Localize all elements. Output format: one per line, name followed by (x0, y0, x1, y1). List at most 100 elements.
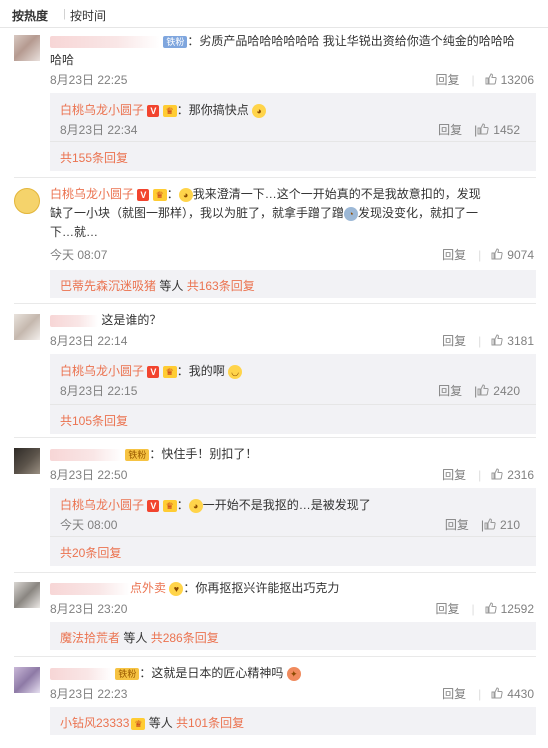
thumbs-up-icon (491, 687, 503, 699)
comment-time: 今天 08:07 (50, 248, 108, 262)
comment-text: ：这就是日本的匠心精神吗 (139, 666, 284, 680)
like-button[interactable]: 1452 (477, 123, 520, 137)
face-emoji-icon: ✦ (286, 666, 301, 681)
sort-by-hot-tab[interactable]: 按热度 (12, 7, 48, 24)
comment-item: 铁粉 ：这就是日本的匠心精神吗 ✦ 8月23日 22:23 回复 | 4430 小钻风… (0, 660, 548, 748)
more-replies-mid: 等人 (145, 716, 177, 730)
user-name[interactable] (50, 582, 130, 595)
like-button[interactable]: 9074 (491, 248, 534, 262)
comment-divider (14, 572, 536, 573)
comment-time: 8月23日 23:20 (50, 602, 128, 616)
user-name[interactable] (50, 448, 122, 461)
more-replies-link[interactable]: 共155条回复 (60, 149, 128, 166)
vip-icon: V (147, 104, 160, 117)
reply-user-name[interactable]: 小钻风23333 (60, 716, 129, 730)
avatar[interactable] (14, 314, 40, 340)
like-button[interactable]: 4430 (491, 687, 534, 701)
reply-user-name[interactable]: 巴蒂先森沉迷吸猪 (60, 279, 156, 293)
reply-button[interactable]: 回复 (442, 334, 466, 348)
like-button[interactable]: 12592 (485, 602, 534, 616)
reply-button[interactable]: 回复 (435, 73, 459, 87)
user-name[interactable] (50, 35, 160, 48)
comment-item: 铁粉 ：劣质产品哈哈哈哈哈哈 我让华锐出资给你造个纯金的哈哈哈 哈哈 8月23日 … (0, 28, 548, 176)
comment-actions: 回复 | 12592 (435, 600, 534, 617)
thumbs-up-icon (491, 334, 503, 346)
sort-separator: | (63, 8, 66, 20)
comment-time: 8月23日 22:25 (50, 73, 128, 87)
reply-button[interactable]: 回复 (435, 602, 459, 616)
like-button[interactable]: 3181 (491, 334, 534, 348)
fan-badge: 铁粉 (115, 667, 140, 680)
comment-text: ：你再抠抠兴许能抠出巧克力 (183, 581, 340, 595)
like-button[interactable]: 13206 (485, 73, 534, 87)
avatar[interactable] (14, 667, 40, 693)
more-replies-mid: 等人 (120, 631, 151, 645)
vip-icon: V (137, 188, 150, 201)
comment-actions: 回复 | 13206 (435, 71, 534, 88)
comment-body: 白桃乌龙小圆子 V ♛： ◕ 我来澄清一下…这个一开始真的不是我故意扣的，发现 缺了… (50, 187, 481, 239)
crown-icon: ♛ (162, 365, 177, 378)
comment-time: 8月23日 22:50 (50, 468, 128, 482)
sub-reply-box: 魔法拾荒者 等人 共286条回复 (50, 622, 536, 650)
face-emoji-icon: ◡ (228, 364, 243, 379)
sort-bar: 按热度 | 按时间 (0, 0, 548, 28)
like-count: 2316 (507, 468, 534, 482)
reply-button[interactable]: 回复 (442, 468, 466, 482)
more-replies-link[interactable]: 共20条回复 (60, 544, 121, 561)
like-button[interactable]: 2420 (477, 384, 520, 398)
vip-icon: V (147, 499, 160, 512)
avatar[interactable] (14, 188, 40, 214)
reply-user-name[interactable]: 白桃乌龙小圆子 (60, 364, 144, 378)
user-name[interactable] (50, 667, 112, 680)
more-replies-count[interactable]: 共101条回复 (176, 716, 244, 730)
like-count: 13206 (500, 73, 534, 87)
more-replies-link[interactable]: 魔法拾荒者 等人 共286条回复 (60, 629, 219, 646)
like-button[interactable]: 2316 (491, 468, 534, 482)
reply-user-name[interactable]: 白桃乌龙小圆子 (60, 498, 144, 512)
thumbs-up-icon (484, 518, 496, 530)
fan-badge: 铁粉 (163, 35, 188, 48)
face-emoji-icon: ◕ (178, 187, 193, 202)
comment-body: 铁粉 ：劣质产品哈哈哈哈哈哈 我让华锐出资给你造个纯金的哈哈哈 哈哈 (50, 32, 536, 70)
reply-time: 8月23日 22:34 (60, 123, 138, 137)
more-replies-link[interactable]: 小钻风23333 ♛ 等人 共101条回复 (60, 714, 244, 731)
thumbs-up-icon (485, 73, 497, 85)
reply-user-name[interactable]: 魔法拾荒者 (60, 631, 120, 645)
thumbs-up-icon (477, 384, 489, 396)
actions-separator: | (478, 468, 482, 482)
like-button[interactable]: 210 (484, 518, 520, 532)
comment-actions: 回复 | 4430 (442, 685, 534, 702)
user-name[interactable]: 白桃乌龙小圆子 (50, 187, 134, 201)
sub-reply-box: 白桃乌龙小圆子 V ♛ ：我的啊 ◡ 8月23日 22:15 回复 | 2420 共1… (50, 354, 536, 434)
comment-item: 这是谁的？ 8月23日 22:14 回复 | 3181 白桃乌龙小圆子 V ♛ ：我的… (0, 307, 548, 437)
more-replies-link[interactable]: 巴蒂先森沉迷吸猪 等人 共163条回复 (60, 277, 255, 294)
reply-button[interactable]: 回复 (442, 248, 466, 262)
more-replies-link[interactable]: 共105条回复 (60, 412, 128, 429)
sub-reply-box: 白桃乌龙小圆子 V ♛ ：那你搞快点 ◕ 8月23日 22:34 回复 | 1452 … (50, 93, 536, 171)
reply-user-name[interactable]: 白桃乌龙小圆子 (60, 103, 144, 117)
avatar[interactable] (14, 35, 40, 61)
crown-icon: ♛ (152, 188, 167, 201)
actions-separator: | (471, 602, 475, 616)
reply-button[interactable]: 回复 (442, 687, 466, 701)
comment-text-cont: 下…就… (50, 225, 99, 239)
reply-text: 一开始不是我抠的…是被发现了 (202, 498, 371, 512)
reply-actions: 回复 | 210 (445, 516, 520, 533)
sort-by-time-tab[interactable]: 按时间 (70, 7, 106, 24)
avatar[interactable] (14, 582, 40, 608)
more-replies-count[interactable]: 共286条回复 (151, 631, 219, 645)
comment-text-cont: 发现没变化，就扣了一 (358, 206, 479, 220)
reply-button[interactable]: 回复 (438, 384, 462, 398)
actions-separator: | (478, 334, 482, 348)
user-name-tail[interactable]: 点外卖 (130, 581, 166, 595)
reply-button[interactable]: 回复 (445, 518, 469, 532)
avatar[interactable] (14, 448, 40, 474)
sub-reply-box: 巴蒂先森沉迷吸猪 等人 共163条回复 (50, 270, 536, 298)
user-name[interactable] (50, 314, 98, 327)
crown-icon: ♛ (131, 717, 146, 730)
comment-item: 点外卖 ♥ ：你再抠抠兴许能抠出巧克力 8月23日 23:20 回复 | 12592 … (0, 575, 548, 655)
more-replies-count[interactable]: 共163条回复 (187, 279, 255, 293)
reply-button[interactable]: 回复 (438, 123, 462, 137)
comment-text-cont: 哈哈 (50, 53, 75, 67)
comment-item: 铁粉 ：快住手！别扣了！ 8月23日 22:50 回复 | 2316 白桃乌龙小圆子 … (0, 441, 548, 571)
